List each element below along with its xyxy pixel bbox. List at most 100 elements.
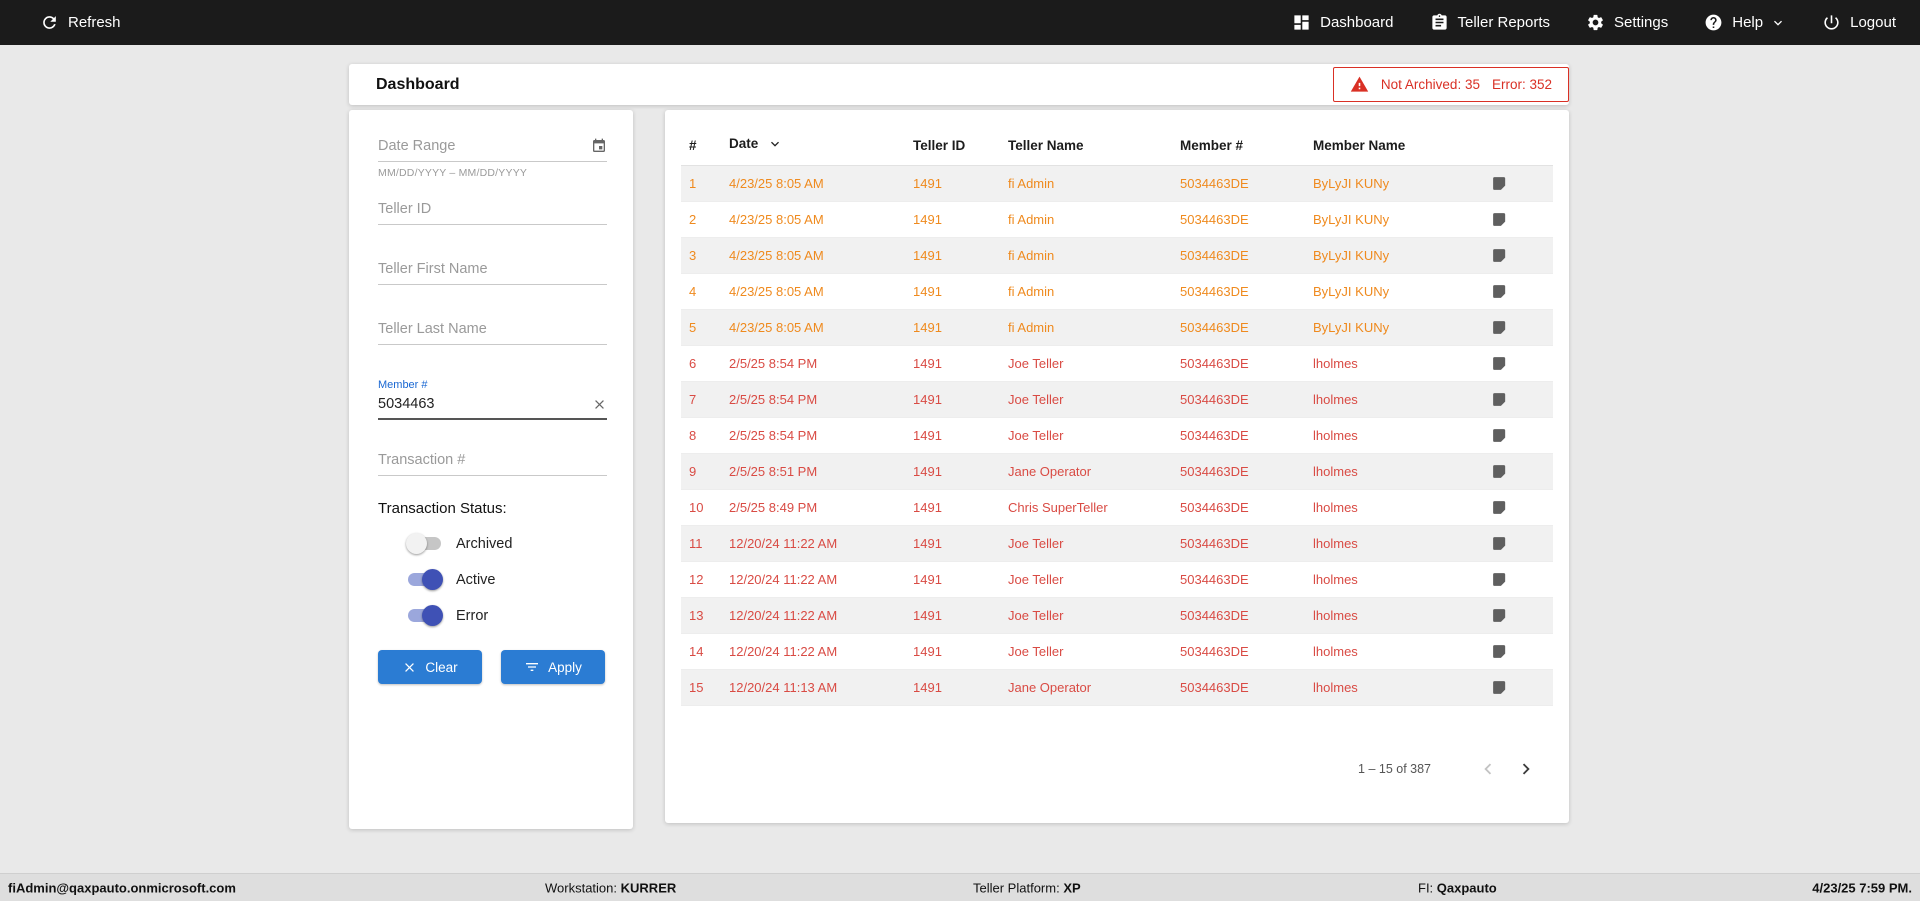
cell-teller-id: 1491 — [905, 345, 1000, 382]
refresh-button[interactable]: Refresh — [40, 13, 121, 32]
date-range-input[interactable] — [378, 136, 591, 156]
note-icon[interactable] — [1491, 319, 1508, 336]
table-row[interactable]: 8 2/5/25 8:54 PM 1491 Joe Teller 5034463DE lh… — [681, 417, 1553, 454]
table-row[interactable]: 1 4/23/25 8:05 AM 1491 fi Admin 5034463DE ByL… — [681, 165, 1553, 202]
note-icon[interactable] — [1491, 499, 1508, 516]
cell-teller-name: Joe Teller — [1000, 417, 1172, 454]
cell-notes — [1485, 381, 1553, 418]
cell-notes — [1485, 525, 1553, 562]
teller-id-input[interactable] — [378, 199, 607, 219]
note-icon[interactable] — [1491, 247, 1508, 264]
nav-label: Teller Reports — [1457, 14, 1551, 31]
error-count: Error: 352 — [1491, 77, 1552, 92]
cell-teller-id: 1491 — [905, 525, 1000, 562]
cell-member: 5034463DE — [1172, 345, 1305, 382]
col-member-name[interactable]: Member Name — [1305, 126, 1485, 166]
table-row[interactable]: 13 12/20/24 11:22 AM 1491 Joe Teller 5034463… — [681, 597, 1553, 634]
col-num[interactable]: # — [681, 126, 721, 166]
clear-label: Clear — [425, 659, 458, 675]
table-row[interactable]: 5 4/23/25 8:05 AM 1491 fi Admin 5034463DE ByL… — [681, 309, 1553, 346]
teller-last-name-input[interactable] — [378, 319, 607, 339]
cell-date: 2/5/25 8:54 PM — [721, 345, 905, 382]
calendar-icon[interactable] — [591, 138, 607, 154]
toggle-error[interactable]: Error — [406, 605, 607, 626]
col-notes — [1485, 126, 1553, 166]
nav-label: Help — [1732, 14, 1764, 31]
cell-date: 2/5/25 8:54 PM — [721, 417, 905, 454]
cell-num: 15 — [681, 669, 721, 706]
note-icon[interactable] — [1491, 355, 1508, 372]
nav-settings[interactable]: Settings — [1586, 13, 1668, 32]
cell-member-name: ByLyJI KUNy — [1305, 237, 1485, 274]
cell-notes — [1485, 633, 1553, 670]
note-icon[interactable] — [1491, 535, 1508, 552]
filter-panel: MM/DD/YYYY – MM/DD/YYYY — [349, 110, 633, 829]
cell-teller-name: Jane Operator — [1000, 453, 1172, 490]
toggle-archived[interactable]: Archived — [406, 533, 607, 554]
table-row[interactable]: 4 4/23/25 8:05 AM 1491 fi Admin 5034463DE ByL… — [681, 273, 1553, 310]
member-number-field: Member # — [378, 379, 607, 420]
note-icon[interactable] — [1491, 427, 1508, 444]
cell-date: 2/5/25 8:54 PM — [721, 381, 905, 418]
clear-member-icon[interactable] — [592, 397, 607, 412]
cell-teller-name: Joe Teller — [1000, 381, 1172, 418]
cell-num: 2 — [681, 201, 721, 238]
nav-dashboard[interactable]: Dashboard — [1292, 13, 1394, 32]
note-icon[interactable] — [1491, 211, 1508, 228]
note-icon[interactable] — [1491, 679, 1508, 696]
cell-date: 2/5/25 8:51 PM — [721, 453, 905, 490]
cell-teller-name: fi Admin — [1000, 165, 1172, 202]
table-row[interactable]: 15 12/20/24 11:13 AM 1491 Jane Operator 5034… — [681, 669, 1553, 706]
cell-teller-name: fi Admin — [1000, 237, 1172, 274]
cell-teller-id: 1491 — [905, 453, 1000, 490]
fi-status: FI: Qaxpauto — [1418, 880, 1497, 895]
note-icon[interactable] — [1491, 175, 1508, 192]
col-teller-id[interactable]: Teller ID — [905, 126, 1000, 166]
cell-teller-id: 1491 — [905, 561, 1000, 598]
table-row[interactable]: 12 12/20/24 11:22 AM 1491 Joe Teller 5034463… — [681, 561, 1553, 598]
cell-member-name: lholmes — [1305, 561, 1485, 598]
note-icon[interactable] — [1491, 463, 1508, 480]
note-icon[interactable] — [1491, 283, 1508, 300]
cell-notes — [1485, 597, 1553, 634]
alert-banner: Not Archived: 35 Error: 352 — [1332, 67, 1569, 102]
cell-teller-id: 1491 — [905, 633, 1000, 670]
col-teller-name[interactable]: Teller Name — [1000, 126, 1172, 166]
cell-member: 5034463DE — [1172, 309, 1305, 346]
cell-member-name: ByLyJI KUNy — [1305, 273, 1485, 310]
table-row[interactable]: 3 4/23/25 8:05 AM 1491 fi Admin 5034463DE ByL… — [681, 237, 1553, 274]
cell-member-name: lholmes — [1305, 633, 1485, 670]
member-number-input[interactable] — [378, 394, 592, 414]
toggle-active[interactable]: Active — [406, 569, 607, 590]
cell-date: 4/23/25 8:05 AM — [721, 309, 905, 346]
next-page-button[interactable] — [1507, 750, 1545, 788]
cell-notes — [1485, 417, 1553, 454]
table-row[interactable]: 9 2/5/25 8:51 PM 1491 Jane Operator 5034463D… — [681, 453, 1553, 490]
cell-member: 5034463DE — [1172, 561, 1305, 598]
table-row[interactable]: 2 4/23/25 8:05 AM 1491 fi Admin 5034463DE ByL… — [681, 201, 1553, 238]
cell-teller-name: Joe Teller — [1000, 345, 1172, 382]
table-row[interactable]: 7 2/5/25 8:54 PM 1491 Joe Teller 5034463DE lh… — [681, 381, 1553, 418]
cell-notes — [1485, 669, 1553, 706]
nav-logout[interactable]: Logout — [1822, 13, 1896, 32]
table-row[interactable]: 10 2/5/25 8:49 PM 1491 Chris SuperTeller 503… — [681, 489, 1553, 526]
nav-help[interactable]: Help — [1704, 13, 1786, 32]
transaction-number-input[interactable] — [378, 450, 607, 470]
note-icon[interactable] — [1491, 391, 1508, 408]
col-member[interactable]: Member # — [1172, 126, 1305, 166]
nav-teller-reports[interactable]: Teller Reports — [1430, 13, 1551, 32]
note-icon[interactable] — [1491, 643, 1508, 660]
prev-page-button[interactable] — [1469, 750, 1507, 788]
clear-button[interactable]: Clear — [378, 650, 482, 684]
col-date[interactable]: Date — [721, 126, 905, 166]
nav-label: Settings — [1614, 14, 1669, 31]
table-row[interactable]: 11 12/20/24 11:22 AM 1491 Joe Teller 5034463… — [681, 525, 1553, 562]
teller-first-name-input[interactable] — [378, 259, 607, 279]
note-icon[interactable] — [1491, 571, 1508, 588]
table-row[interactable]: 14 12/20/24 11:22 AM 1491 Joe Teller 5034463… — [681, 633, 1553, 670]
apply-button[interactable]: Apply — [501, 650, 605, 684]
cell-num: 5 — [681, 309, 721, 346]
note-icon[interactable] — [1491, 607, 1508, 624]
status-bar: fiAdmin@qaxpauto.onmicrosoft.com Worksta… — [0, 873, 1920, 901]
table-row[interactable]: 6 2/5/25 8:54 PM 1491 Joe Teller 5034463DE lh… — [681, 345, 1553, 382]
